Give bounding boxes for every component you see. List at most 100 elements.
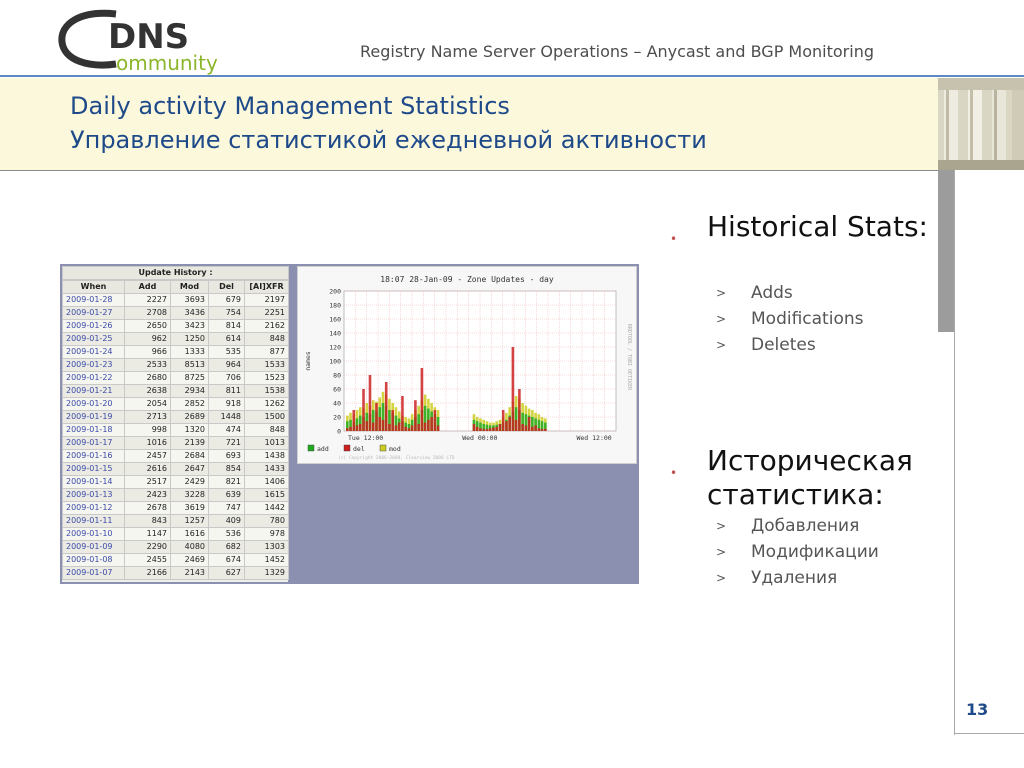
date-link[interactable]: 2009-01-18	[62, 423, 125, 437]
date-link[interactable]: 2009-01-10	[62, 527, 125, 541]
table-cell: 2423	[124, 488, 171, 502]
date-link[interactable]: 2009-01-13	[62, 488, 125, 502]
table-cell: 780	[244, 514, 289, 528]
series-del-bar	[488, 428, 492, 431]
legend-label: del	[353, 445, 365, 453]
table-cell: 2457	[124, 449, 171, 463]
table-cell: 3423	[170, 319, 209, 333]
date-link[interactable]: 2009-01-09	[62, 540, 125, 554]
date-link[interactable]: 2009-01-08	[62, 553, 125, 567]
zone-updates-chart: 18:07 28-Jan-09 - Zone Updates - day 0 20 4…	[297, 266, 637, 464]
date-link[interactable]: 2009-01-07	[62, 566, 125, 580]
series-del-bar	[417, 424, 420, 431]
y-tick-label: 0	[337, 428, 341, 436]
y-tick-label: 160	[329, 316, 341, 324]
table-cell: 474	[208, 423, 245, 437]
arrow-icon: >	[716, 545, 727, 559]
table-cell: 1333	[170, 345, 209, 359]
table-cell: 693	[208, 449, 245, 463]
date-link[interactable]: 2009-01-27	[62, 306, 125, 320]
series-del-bar	[527, 417, 531, 431]
table-cell: 2650	[124, 319, 171, 333]
table-cell: 964	[208, 358, 245, 372]
table-cell: 706	[208, 371, 245, 385]
sub-bullet-text: Deletes	[751, 335, 816, 355]
series-del-bar	[524, 425, 528, 431]
slide-title-english: Daily activity Management Statistics	[70, 92, 510, 120]
series-del-bar	[381, 419, 385, 431]
date-link[interactable]: 2009-01-15	[62, 462, 125, 476]
table-cell: 821	[208, 475, 245, 489]
x-tick-label: Wed 12:00	[576, 434, 611, 442]
series-del-bar	[371, 422, 375, 431]
table-cell: 1303	[244, 540, 289, 554]
series-del-bar	[404, 426, 407, 431]
table-cell: 848	[244, 332, 289, 346]
update-history-caption: Update History :	[62, 266, 289, 280]
date-link[interactable]: 2009-01-12	[62, 501, 125, 515]
table-row: 2009-01-23 2533 8513 964 1533	[62, 358, 289, 372]
table-row: 2009-01-25 962 1250 614 848	[62, 332, 289, 346]
date-link[interactable]: 2009-01-16	[62, 449, 125, 463]
x-tick-label: Tue 12:00	[348, 434, 383, 442]
date-link[interactable]: 2009-01-22	[62, 371, 125, 385]
table-cell: 682	[208, 540, 245, 554]
date-link[interactable]: 2009-01-14	[62, 475, 125, 489]
series-del-bar	[518, 389, 521, 431]
table-row: 2009-01-12 2678 3619 747 1442	[62, 501, 289, 515]
table-row: 2009-01-27 2708 3436 754 2251	[62, 306, 289, 320]
table-row: 2009-01-24 966 1333 535 877	[62, 345, 289, 359]
date-link[interactable]: 2009-01-26	[62, 319, 125, 333]
table-cell: 2429	[170, 475, 209, 489]
date-link[interactable]: 2009-01-11	[62, 514, 125, 528]
y-tick-label: 60	[333, 386, 341, 394]
table-cell: 2469	[170, 553, 209, 567]
table-cell: 1538	[244, 384, 289, 398]
table-row: 2009-01-09 2290 4080 682 1303	[62, 540, 289, 554]
y-tick-label: 40	[333, 400, 341, 408]
table-cell: 1406	[244, 475, 289, 489]
date-link[interactable]: 2009-01-28	[62, 293, 125, 307]
series-del-bar	[479, 428, 482, 431]
table-row: 2009-01-20 2054 2852 918 1262	[62, 397, 289, 411]
table-cell: 2934	[170, 384, 209, 398]
series-del-bar	[368, 375, 372, 431]
date-link[interactable]: 2009-01-25	[62, 332, 125, 346]
bullet-dot-icon: •	[670, 466, 678, 480]
table-row: 2009-01-28 2227 3693 679 2197	[62, 293, 289, 307]
y-axis-label: names	[304, 351, 312, 371]
series-del-bar	[414, 400, 417, 431]
date-link[interactable]: 2009-01-21	[62, 384, 125, 398]
series-del-bar	[378, 417, 382, 431]
table-cell: 962	[124, 332, 171, 346]
series-del-bar	[495, 426, 498, 431]
table-cell: 843	[124, 514, 171, 528]
table-cell: 2684	[170, 449, 209, 463]
chart-footer: (c) Copyright 2006-2008, Clearview 2008 …	[338, 455, 455, 461]
table-cell: 3693	[170, 293, 209, 307]
series-del-bar	[397, 422, 401, 431]
series-del-bar	[388, 424, 391, 431]
table-cell: 1016	[124, 436, 171, 450]
table-cell: 1452	[244, 553, 289, 567]
arrow-icon: >	[716, 286, 727, 300]
date-link[interactable]: 2009-01-20	[62, 397, 125, 411]
table-row: 2009-01-07 2166 2143 627 1329	[62, 566, 289, 580]
date-link[interactable]: 2009-01-17	[62, 436, 125, 450]
table-body: 2009-01-28 2227 3693 679 2197 2009-01-27 2708 3…	[62, 293, 289, 580]
date-link[interactable]: 2009-01-19	[62, 410, 125, 424]
table-cell: 2227	[124, 293, 171, 307]
y-tick-label: 120	[329, 344, 341, 352]
series-del-bar	[410, 425, 414, 431]
table-cell: 2139	[170, 436, 209, 450]
table-cell: 1533	[244, 358, 289, 372]
date-link[interactable]: 2009-01-24	[62, 345, 125, 359]
arrow-icon: >	[716, 571, 727, 585]
columns-image	[938, 78, 1024, 170]
date-link[interactable]: 2009-01-23	[62, 358, 125, 372]
page-number: 13	[966, 700, 989, 719]
y-tick-label: 100	[329, 358, 341, 366]
legend-label: add	[317, 445, 329, 453]
series-del-bar	[534, 425, 537, 431]
table-cell: 2689	[170, 410, 209, 424]
